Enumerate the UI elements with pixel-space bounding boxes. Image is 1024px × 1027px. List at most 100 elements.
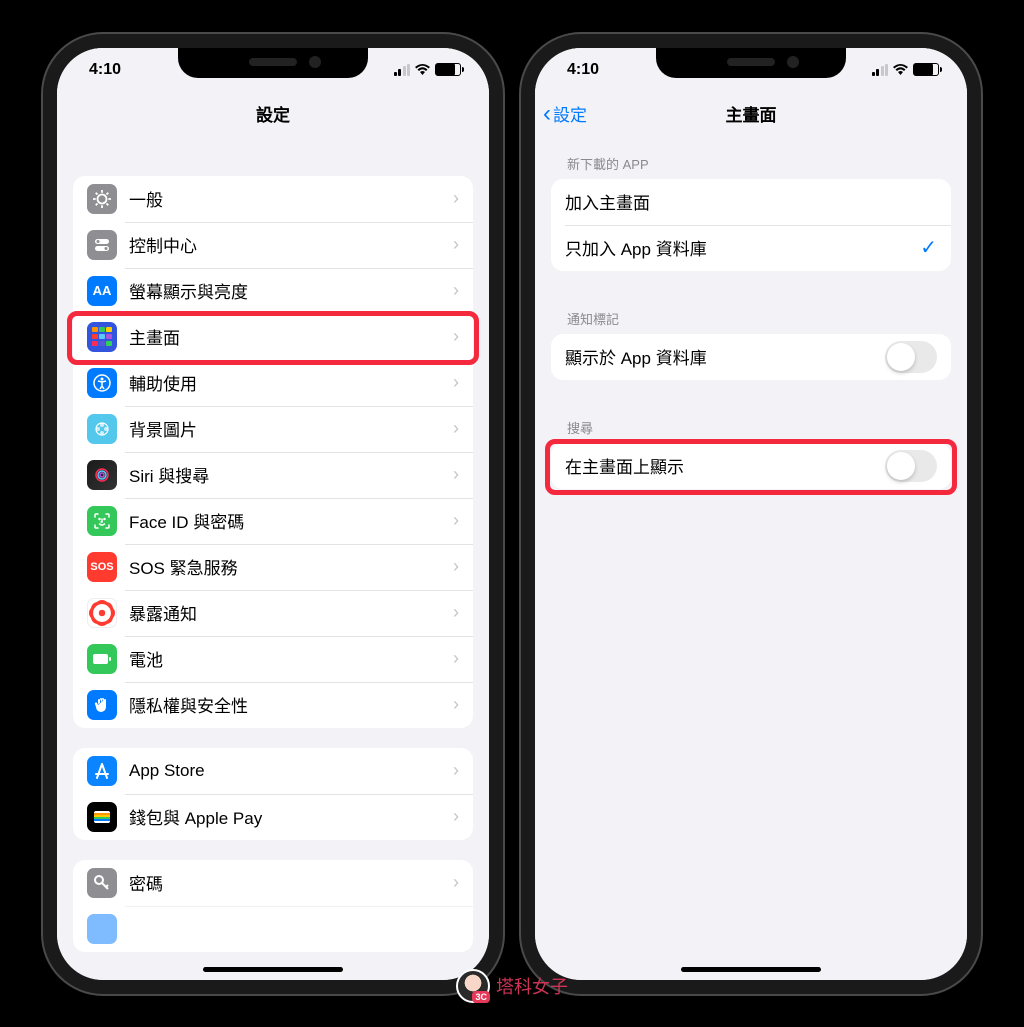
phone-left: 4:10 設定 一般 › 控制中心 [43,34,503,994]
back-label: 設定 [553,101,587,126]
chevron-right-icon: › [453,188,459,209]
back-button[interactable]: ‹ 設定 [543,100,587,128]
search-group: 在主畫面上顯示 [551,443,951,489]
chevron-right-icon: › [453,602,459,623]
chevron-right-icon: › [453,872,459,893]
cell-label: 螢幕顯示與亮度 [129,278,453,303]
battery-icon [913,63,939,76]
badges-group: 顯示於 App 資料庫 [551,334,951,380]
settings-row-faceid[interactable]: Face ID 與密碼 › [73,498,473,544]
new-apps-group: 加入主畫面 只加入 App 資料庫 ✓ [551,179,951,271]
option-add-to-home[interactable]: 加入主畫面 [551,179,951,225]
battery-settings-icon [87,644,117,674]
chevron-right-icon: › [453,326,459,347]
home-indicator[interactable] [681,967,821,972]
cell-label: 只加入 App 資料庫 [565,235,920,260]
settings-row-accessibility[interactable]: 輔助使用 › [73,360,473,406]
cell-label: 電池 [129,646,453,671]
status-time: 4:10 [89,61,121,79]
settings-row-sos[interactable]: SOS SOS 緊急服務 › [73,544,473,590]
status-indicators [394,63,462,76]
settings-row-general[interactable]: 一般 › [73,176,473,222]
chevron-right-icon: › [453,648,459,669]
toggles-icon [87,230,117,260]
page-title: 設定 [256,101,290,126]
cell-label: 暴露通知 [129,600,453,625]
page-title: 主畫面 [726,101,777,126]
settings-group-3: 密碼 › [73,860,473,952]
home-screen-settings[interactable]: 新下載的 APP 加入主畫面 只加入 App 資料庫 ✓ 通知標記 顯示於 Ap… [535,136,967,980]
settings-group-2: App Store › 錢包與 Apple Pay › [73,748,473,840]
section-header-new-apps: 新下載的 APP [535,136,967,179]
nav-bar: ‹ 設定 主畫面 [535,92,967,136]
cell-label: 主畫面 [129,324,453,349]
cellular-signal-icon [394,64,411,76]
toggle-switch[interactable] [885,450,937,482]
status-time: 4:10 [567,61,599,79]
gear-icon [87,184,117,214]
watermark-text: 塔科女子 [496,973,568,999]
section-header-badges: 通知標記 [535,291,967,334]
cell-label: Siri 與搜尋 [129,462,453,487]
settings-row-wallpaper[interactable]: 背景圖片 › [73,406,473,452]
settings-row-exposure[interactable]: 暴露通知 › [73,590,473,636]
hand-icon [87,690,117,720]
cell-label: 一般 [129,186,453,211]
notch [178,48,368,78]
option-show-on-home-screen[interactable]: 在主畫面上顯示 [551,443,951,489]
accessibility-icon [87,368,117,398]
battery-icon [435,63,461,76]
settings-row-privacy[interactable]: 隱私權與安全性 › [73,682,473,728]
settings-row-appstore[interactable]: App Store › [73,748,473,794]
home-screen-icon [87,322,117,352]
key-icon [87,868,117,898]
chevron-right-icon: › [453,280,459,301]
phone-right: 4:10 ‹ 設定 主畫面 新下載的 APP 加入主畫面 [521,34,981,994]
chevron-right-icon: › [453,760,459,781]
siri-icon [87,460,117,490]
text-size-icon: AA [87,276,117,306]
chevron-right-icon: › [453,694,459,715]
faceid-icon [87,506,117,536]
section-header-search: 搜尋 [535,400,967,443]
settings-row-home-screen[interactable]: 主畫面 › [73,314,473,360]
cell-label: 在主畫面上顯示 [565,453,885,478]
appstore-icon [87,756,117,786]
chevron-right-icon: › [453,464,459,485]
settings-group-1: 一般 › 控制中心 › AA 螢幕顯示與亮度 › 主畫面 › [73,176,473,728]
option-show-in-app-library[interactable]: 顯示於 App 資料庫 [551,334,951,380]
app-icon [87,914,117,944]
cell-label: 顯示於 App 資料庫 [565,344,885,369]
option-app-library-only[interactable]: 只加入 App 資料庫 ✓ [551,225,951,271]
chevron-right-icon: › [453,234,459,255]
chevron-right-icon: › [453,372,459,393]
wallet-icon [87,802,117,832]
wifi-icon [414,64,431,76]
cell-label: 錢包與 Apple Pay [129,804,453,829]
screen-right: 4:10 ‹ 設定 主畫面 新下載的 APP 加入主畫面 [535,48,967,980]
watermark-avatar-icon [456,969,490,1003]
cell-label: SOS 緊急服務 [129,554,453,579]
cell-label: 背景圖片 [129,416,453,441]
chevron-right-icon: › [453,556,459,577]
settings-row-battery[interactable]: 電池 › [73,636,473,682]
cell-label: App Store [129,761,453,781]
chevron-right-icon: › [453,806,459,827]
settings-row-control-center[interactable]: 控制中心 › [73,222,473,268]
sos-icon: SOS [87,552,117,582]
cellular-signal-icon [872,64,889,76]
settings-row-passwords[interactable]: 密碼 › [73,860,473,906]
home-indicator[interactable] [203,967,343,972]
cell-label: 密碼 [129,870,453,895]
settings-row-display[interactable]: AA 螢幕顯示與亮度 › [73,268,473,314]
cell-label: 加入主畫面 [565,189,937,214]
chevron-right-icon: › [453,510,459,531]
toggle-switch[interactable] [885,341,937,373]
settings-row-siri[interactable]: Siri 與搜尋 › [73,452,473,498]
settings-row-partial[interactable] [73,906,473,952]
cell-label: Face ID 與密碼 [129,508,453,533]
settings-row-wallet[interactable]: 錢包與 Apple Pay › [73,794,473,840]
chevron-right-icon: › [453,418,459,439]
settings-list[interactable]: 一般 › 控制中心 › AA 螢幕顯示與亮度 › 主畫面 › [57,136,489,980]
cell-label: 輔助使用 [129,370,453,395]
